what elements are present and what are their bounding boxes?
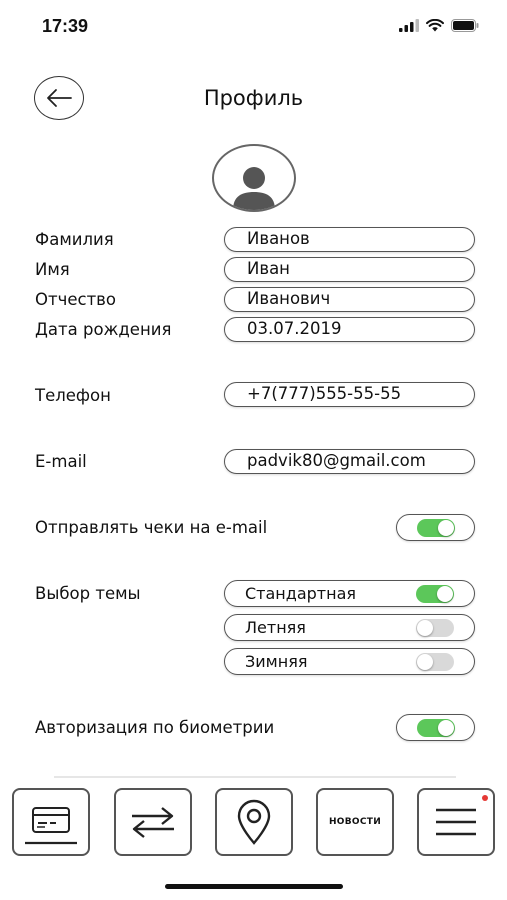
- nav-news-label: НОВОСТИ: [328, 817, 382, 827]
- wifi-icon: [426, 19, 444, 32]
- theme-option-standard[interactable]: Стандартная: [224, 580, 475, 607]
- battery-icon: [451, 19, 479, 32]
- home-indicator[interactable]: [165, 884, 343, 889]
- theme-winter-switch[interactable]: [416, 652, 454, 671]
- label-birth-date: Дата рождения: [35, 320, 172, 339]
- phone-field[interactable]: +7(777)555-55-55: [224, 382, 475, 407]
- signal-icon: [399, 19, 419, 32]
- user-icon: [233, 167, 275, 210]
- label-first-name: Имя: [35, 260, 70, 279]
- card-icon: [25, 807, 77, 845]
- label-phone: Телефон: [35, 386, 111, 405]
- divider: [54, 776, 456, 778]
- email-field[interactable]: padvik80@gmail.com: [224, 449, 475, 474]
- receipts-toggle[interactable]: [396, 514, 475, 541]
- label-theme: Выбор темы: [35, 584, 141, 603]
- nav-map-button[interactable]: [215, 788, 293, 856]
- page-title: Профиль: [203, 86, 304, 110]
- receipts-switch[interactable]: [416, 518, 455, 537]
- nav-news-button[interactable]: НОВОСТИ: [316, 788, 394, 856]
- middle-name-field[interactable]: Иванович: [224, 287, 475, 312]
- theme-option-winter[interactable]: Зимняя: [224, 648, 475, 675]
- label-receipts: Отправлять чеки на e-mail: [35, 518, 268, 537]
- nav-menu-button[interactable]: [417, 788, 495, 856]
- hamburger-menu-icon: [436, 808, 476, 836]
- biometrics-switch[interactable]: [416, 718, 455, 737]
- nav-transfers-button[interactable]: [114, 788, 192, 856]
- label-last-name: Фамилия: [35, 230, 114, 249]
- theme-summer-switch[interactable]: [416, 618, 454, 637]
- theme-standard-switch[interactable]: [416, 584, 454, 603]
- label-email: E-mail: [35, 452, 87, 471]
- map-pin-icon: [237, 799, 271, 845]
- theme-option-summer[interactable]: Летняя: [224, 614, 475, 641]
- status-time: 17:39: [42, 16, 89, 36]
- theme-option-label: Стандартная: [245, 584, 356, 603]
- biometrics-toggle[interactable]: [396, 714, 475, 741]
- notification-badge: [482, 795, 488, 801]
- avatar[interactable]: [212, 144, 296, 212]
- theme-option-label: Зимняя: [245, 652, 308, 671]
- label-biometrics: Авторизация по биометрии: [35, 718, 275, 737]
- label-middle-name: Отчество: [35, 290, 117, 309]
- first-name-field[interactable]: Иван: [224, 257, 475, 282]
- status-icons: [399, 19, 479, 32]
- last-name-field[interactable]: Иванов: [224, 227, 475, 252]
- transfer-arrows-icon: [132, 807, 174, 838]
- nav-cards-button[interactable]: [12, 788, 90, 856]
- theme-option-label: Летняя: [245, 618, 306, 637]
- birth-date-field[interactable]: 03.07.2019: [224, 317, 475, 342]
